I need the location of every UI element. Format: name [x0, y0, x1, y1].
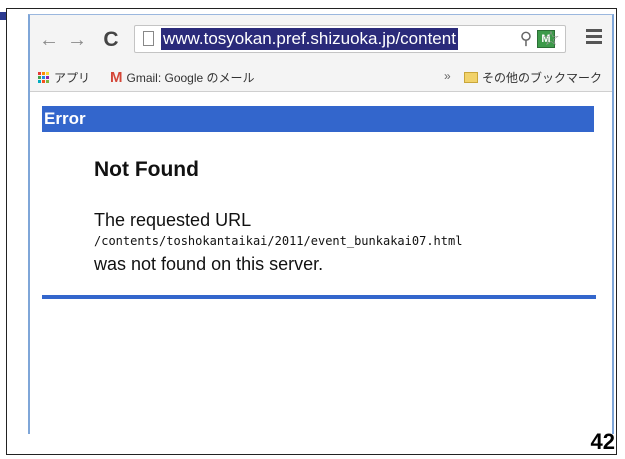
apps-grid-icon: [38, 71, 50, 84]
apps-grid-dot: [42, 71, 45, 75]
apps-grid-dot: [38, 75, 41, 79]
bookmarks-bar: アプリ M Gmail: Google のメール » その他のブックマーク: [30, 63, 612, 92]
bookmark-apps[interactable]: アプリ: [38, 69, 90, 86]
reload-button[interactable]: C: [100, 28, 122, 51]
not-found-message: was not found on this server.: [94, 254, 324, 274]
forward-button[interactable]: →: [66, 29, 88, 51]
requested-url-label: The requested URL: [94, 210, 252, 230]
back-button[interactable]: ←: [38, 29, 60, 51]
address-bar[interactable]: www.tosyokan.pref.shizuoka.jp/content ⚲ …: [134, 25, 566, 53]
page-icon: [143, 31, 154, 46]
browser-toolbar: ← → C www.tosyokan.pref.shizuoka.jp/cont…: [30, 15, 612, 64]
error-title-bar: Error: [42, 106, 594, 132]
page-content: Error Not Found The requested URL /conte…: [30, 92, 612, 434]
search-icon[interactable]: ⚲: [517, 30, 535, 48]
bookmark-other-label: その他のブックマーク: [482, 71, 603, 85]
apps-grid-dot: [46, 75, 49, 79]
url-text[interactable]: www.tosyokan.pref.shizuoka.jp/content: [161, 28, 458, 50]
divider: [42, 295, 596, 299]
apps-grid-dot: [38, 80, 41, 84]
page-heading: Not Found: [94, 158, 199, 181]
apps-grid-dot: [38, 71, 41, 75]
bookmark-apps-label: アプリ: [54, 71, 91, 85]
browser-window: ← → C www.tosyokan.pref.shizuoka.jp/cont…: [28, 14, 614, 434]
folder-icon: [464, 72, 478, 83]
apps-grid-dot: [42, 75, 45, 79]
bookmarks-overflow-button[interactable]: »: [444, 69, 451, 83]
apps-grid-dot: [42, 80, 45, 84]
bookmark-gmail-label: Gmail: Google のメール: [126, 71, 255, 85]
bookmark-star-icon[interactable]: ☆: [541, 28, 561, 50]
requested-path: /contents/toshokantaikai/2011/event_bunk…: [94, 234, 463, 248]
slide-page-number: 42: [590, 429, 615, 454]
bookmark-other[interactable]: その他のブックマーク: [464, 69, 602, 86]
apps-grid-dot: [46, 80, 49, 84]
apps-grid-dot: [46, 71, 49, 75]
bookmark-gmail[interactable]: M Gmail: Google のメール: [110, 69, 255, 86]
hamburger-menu-icon[interactable]: [586, 29, 602, 47]
gmail-icon: M: [110, 68, 123, 86]
